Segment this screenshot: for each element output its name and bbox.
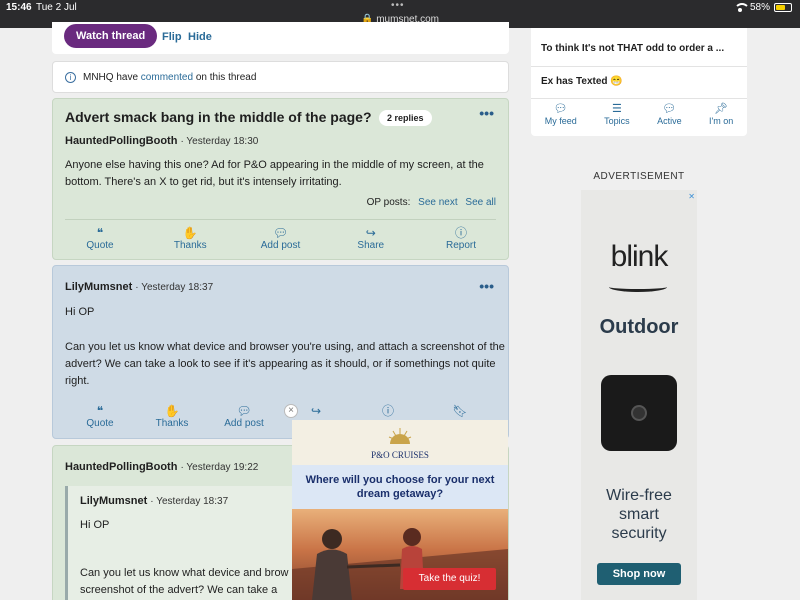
post-body: Can you let us know what device and brow…: [65, 341, 505, 387]
share-icon: ↪: [310, 404, 322, 418]
flip-button[interactable]: Flip: [162, 31, 182, 43]
po-brand: P&O CRUISES: [371, 450, 429, 460]
hide-button[interactable]: Hide: [188, 31, 212, 43]
see-all-link[interactable]: See all: [465, 197, 496, 208]
blink-logo: blink: [610, 240, 669, 273]
post-body: Anyone else having this one? Ad for P&O …: [65, 159, 484, 188]
quote-icon: ❝: [96, 226, 104, 240]
quote-author: LilyMumsnet · Yesterday 18:37: [80, 495, 229, 507]
post-reply: LilyMumsnet · Yesterday 18:37 ••• Hi OP …: [52, 265, 509, 439]
quote-timestamp: · Yesterday 18:37: [150, 496, 229, 507]
report-icon: ⓘ: [381, 404, 394, 418]
post-author: HauntedPollingBooth · Yesterday 19:22: [65, 461, 259, 473]
more-options-icon[interactable]: •••: [479, 105, 494, 121]
take-quiz-button[interactable]: Take the quiz!: [403, 568, 496, 590]
thanks-icon: ✋: [164, 404, 180, 418]
blink-ad[interactable]: ✕ blink Outdoor Wire-free smart security…: [581, 190, 697, 600]
add-post-button[interactable]: 💬︎ Add post: [246, 226, 316, 251]
quote-button[interactable]: ❝ Quote: [65, 226, 135, 251]
blink-headline: Outdoor: [599, 316, 679, 338]
battery-percent: 58%: [749, 2, 770, 13]
status-time: 15:46: [6, 2, 32, 13]
speech-bubble-icon: 💬︎: [236, 404, 252, 418]
wifi-icon: [733, 3, 750, 12]
watch-thread-button[interactable]: Watch thread: [64, 24, 158, 48]
quote-icon: ❝: [96, 404, 104, 418]
adchoices-icon[interactable]: ✕: [688, 192, 695, 201]
post-op: Advert smack bang in the middle of the p…: [52, 98, 509, 260]
shop-now-button[interactable]: Shop now: [597, 563, 681, 585]
feed-icon: 💬︎: [553, 103, 568, 115]
menu-icon: ☰: [611, 103, 622, 115]
replies-badge[interactable]: 2 replies: [379, 110, 432, 126]
share-button[interactable]: ↪ Share: [336, 226, 406, 251]
report-icon: ⓘ: [454, 226, 467, 240]
thanks-button[interactable]: ✋ Thanks: [137, 404, 207, 429]
op-posts-nav: OP posts: See next See all: [366, 197, 496, 208]
report-button[interactable]: ⓘ Report: [426, 226, 496, 251]
feed-tabs: 💬︎ My feed ☰ Topics 💬︎ Active 📌︎ I'm on: [531, 102, 747, 126]
tab-my-feed[interactable]: 💬︎ My feed: [545, 102, 577, 126]
tab-topics[interactable]: ☰ Topics: [604, 102, 630, 126]
trending-thread-link[interactable]: Ex has Texted 😁: [541, 76, 623, 87]
po-sun-logo-icon: [388, 428, 412, 444]
see-next-link[interactable]: See next: [418, 197, 457, 208]
bookmark-icon: 🔖︎: [452, 404, 468, 418]
trending-thread-link[interactable]: To think It's not THAT odd to order a ..…: [541, 43, 724, 54]
post-timestamp: · Yesterday 18:30: [180, 136, 259, 147]
thread-action-bar: Watch thread Flip Hide: [52, 22, 509, 54]
close-ad-icon[interactable]: ×: [284, 404, 298, 418]
add-post-button[interactable]: 💬︎ Add post: [209, 404, 279, 429]
status-date: Tue 2 Jul: [36, 2, 77, 13]
right-sidebar-nav: To think It's not THAT odd to order a ..…: [531, 28, 747, 136]
notice-text: MNHQ have commented on this thread: [83, 72, 257, 83]
post-author: HauntedPollingBooth · Yesterday 18:30: [65, 135, 259, 147]
post-timestamp: · Yesterday 18:37: [135, 282, 214, 293]
thanks-icon: ✋: [182, 226, 198, 240]
mnhq-notice: i MNHQ have commented on this thread: [52, 61, 509, 93]
divider: [65, 219, 496, 220]
thread-title: Advert smack bang in the middle of the p…: [65, 109, 372, 125]
commented-link[interactable]: commented: [141, 72, 193, 83]
blink-subheadline: Wire-free smart security: [606, 487, 672, 542]
post-timestamp: · Yesterday 19:22: [180, 462, 259, 473]
chat-icon: 💬︎: [662, 103, 677, 115]
amazon-smile-icon: [609, 282, 667, 292]
tab-active[interactable]: 💬︎ Active: [657, 102, 682, 126]
battery-icon: [774, 3, 792, 12]
advertisement-label: ADVERTISEMENT: [593, 171, 685, 182]
pin-icon: 📌︎: [714, 103, 729, 115]
quote-button[interactable]: ❝ Quote: [65, 404, 135, 429]
post-author: LilyMumsnet · Yesterday 18:37: [65, 281, 214, 293]
more-options-icon[interactable]: •••: [479, 278, 494, 294]
po-question: Where will you choose for your next drea…: [292, 465, 508, 509]
info-icon: i: [65, 72, 76, 83]
camera-image: [601, 375, 677, 451]
tab-im-on[interactable]: 📌︎ I'm on: [709, 102, 733, 126]
post-actions: ❝ Quote ✋ Thanks 💬︎ Add post ↪ Share ⓘ Report: [65, 226, 496, 251]
po-header: P&O CRUISES: [292, 420, 508, 465]
thanks-button[interactable]: ✋ Thanks: [155, 226, 225, 251]
post-greeting: Hi OP: [65, 306, 95, 318]
multitasking-dots-icon[interactable]: •••: [391, 0, 405, 11]
share-icon: ↪: [365, 226, 376, 240]
speech-bubble-icon: 💬︎: [272, 226, 289, 240]
status-right: 58%: [733, 2, 792, 13]
